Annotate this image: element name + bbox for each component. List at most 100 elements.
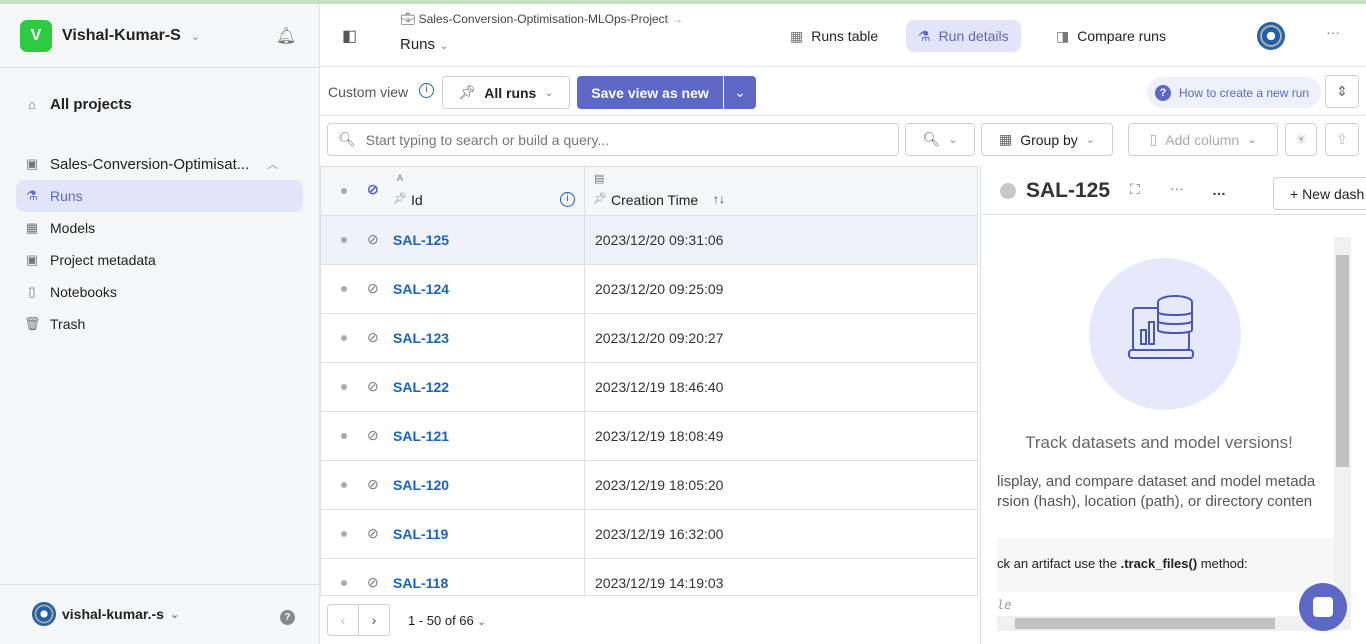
sidebar-item-project-metadata[interactable]: ▣ Project metadata: [16, 244, 303, 276]
group-by-button[interactable]: ▦ Group by ⌄: [981, 123, 1113, 156]
user-avatar[interactable]: [1257, 22, 1285, 50]
account-menu[interactable]: vishal-kumar.-s ⌄: [32, 602, 179, 626]
info-icon[interactable]: i: [560, 192, 575, 207]
chevron-up-icon: ︿: [267, 159, 279, 171]
pagination: ‹ › 1 - 50 of 66 ⌄: [320, 596, 980, 644]
search-placeholder: Start typing to search or build a query.…: [365, 131, 610, 148]
share-icon: ⇪: [1336, 131, 1348, 147]
visibility-icon[interactable]: ⊘: [367, 427, 379, 444]
table-row[interactable]: ⊘ SAL-125 2023/12/20 09:31:06: [321, 216, 977, 265]
tab-label: Runs table: [811, 28, 879, 44]
search-input[interactable]: 🔍︎ Start typing to search or build a quer…: [327, 123, 899, 156]
more-icon[interactable]: ···: [1326, 24, 1340, 40]
divider: [0, 67, 319, 68]
run-id-link[interactable]: SAL-119: [393, 526, 448, 542]
table-row[interactable]: ⊘ SAL-123 2023/12/20 09:20:27: [321, 314, 977, 363]
column-header-creation-time[interactable]: Creation Time: [611, 192, 698, 208]
creation-time: 2023/12/20 09:25:09: [595, 281, 724, 297]
run-id-link[interactable]: SAL-122: [393, 379, 449, 395]
search-options-icon: 🔍︎: [922, 131, 941, 147]
export-button[interactable]: ⇪: [1325, 123, 1359, 156]
save-view-button[interactable]: Save view as new: [577, 76, 723, 109]
page-range: 1 - 50 of 66: [408, 613, 474, 628]
flask-icon: ⚗: [918, 27, 931, 44]
new-dashboard-button[interactable]: + New dash: [1273, 177, 1366, 210]
run-id-link[interactable]: SAL-123: [393, 330, 449, 346]
page-range-select[interactable]: 1 - 50 of 66 ⌄: [408, 613, 486, 628]
next-page-button[interactable]: ›: [358, 604, 390, 636]
more-icon[interactable]: ···: [1170, 180, 1184, 196]
table-row[interactable]: ⊘ SAL-124 2023/12/20 09:25:09: [321, 265, 977, 314]
run-id-link[interactable]: SAL-121: [393, 428, 449, 444]
workspace-switcher[interactable]: V Vishal-Kumar-S ⌄: [20, 20, 200, 52]
status-dot: [341, 335, 347, 341]
hint-text: method:: [1197, 556, 1248, 571]
add-column-button[interactable]: ▯ Add column ⌄: [1128, 123, 1278, 156]
info-icon[interactable]: i: [419, 83, 434, 98]
add-column-icon: ▯: [1149, 131, 1158, 147]
sidebar-item-all-projects[interactable]: ⌂ All projects: [16, 88, 303, 120]
table-row[interactable]: ⊘ SAL-118 2023/12/19 14:19:03: [321, 559, 977, 595]
breadcrumb[interactable]: 💼︎ Sales-Conversion-Optimisation-MLOps-P…: [400, 12, 683, 26]
sort-icon[interactable]: ↑↓: [713, 192, 725, 206]
chevron-down-icon: ⌄: [1247, 134, 1257, 146]
chevron-down-icon: ⌄: [734, 84, 746, 100]
account-name: vishal-kumar.-s: [62, 606, 164, 622]
table-row[interactable]: ⊘ SAL-120 2023/12/19 18:05:20: [321, 461, 977, 510]
bell-icon[interactable]: 🔔︎: [276, 26, 296, 46]
description-line: rsion (hash), location (path), or direct…: [997, 493, 1313, 510]
vertical-scrollbar[interactable]: [1334, 237, 1351, 630]
label: All projects: [50, 95, 132, 113]
column-header-id[interactable]: Id: [411, 192, 423, 208]
table-row[interactable]: ⊘ SAL-122 2023/12/19 18:46:40: [321, 363, 977, 412]
table-header: ⊘ A 📌︎ Id i ▤ 📌︎ Creation Time ↑↓: [321, 167, 977, 216]
runs-table: ⊘ A 📌︎ Id i ▤ 📌︎ Creation Time ↑↓ ⊘ SAL-1…: [320, 166, 978, 596]
view-toolbar: Custom view i 📌︎ All runs ⌄ Save view as n…: [320, 67, 1366, 116]
expand-icon[interactable]: ⛶: [1130, 181, 1140, 198]
chat-launcher-button[interactable]: [1299, 583, 1347, 631]
more-options-icon[interactable]: …: [1212, 182, 1226, 198]
status-dot: [341, 188, 347, 194]
horizontal-scrollbar[interactable]: [997, 616, 1335, 631]
sidebar-item-models[interactable]: ▦ Models: [16, 212, 303, 244]
table-row[interactable]: ⊘ SAL-119 2023/12/19 16:32:00: [321, 510, 977, 559]
pin-icon: 📌︎: [458, 84, 477, 100]
visibility-icon[interactable]: ⊘: [367, 525, 379, 542]
run-id-link[interactable]: SAL-124: [393, 281, 449, 297]
visibility-icon[interactable]: ⊘: [367, 181, 379, 198]
query-mode-button[interactable]: 🔍︎ ⌄: [905, 123, 975, 156]
dataset-illustration: [1089, 258, 1241, 410]
view-select[interactable]: 📌︎ All runs ⌄: [442, 76, 570, 109]
how-to-create-run-link[interactable]: ? How to create a new run: [1147, 77, 1322, 108]
visibility-icon[interactable]: ⊘: [367, 574, 379, 591]
sidebar-project[interactable]: ▣ Sales-Conversion-Optimisat... ︿: [16, 148, 303, 180]
save-options-button[interactable]: ⌄: [724, 76, 756, 109]
section-dropdown[interactable]: Runs ⌄: [400, 36, 448, 53]
tab-runs-table[interactable]: ▦ Runs table: [778, 20, 890, 52]
tab-compare-runs[interactable]: ◨ Compare runs: [1044, 20, 1178, 52]
sidebar-item-notebooks[interactable]: ▯ Notebooks: [16, 276, 303, 308]
help-icon[interactable]: ?: [280, 610, 295, 625]
pin-icon[interactable]: 📌︎: [593, 192, 607, 205]
toggle-sidebar-icon[interactable]: ◧: [342, 26, 357, 46]
visibility-icon[interactable]: ⊘: [367, 329, 379, 346]
sidebar-item-trash[interactable]: 🗑︎ Trash: [16, 308, 303, 340]
sidebar-item-runs[interactable]: ⚗ Runs: [16, 180, 303, 212]
prev-page-button[interactable]: ‹: [327, 604, 359, 636]
run-id-link[interactable]: SAL-125: [393, 232, 449, 248]
chevron-down-icon: ⌄: [544, 87, 554, 99]
visibility-icon[interactable]: ⊘: [367, 476, 379, 493]
visibility-icon[interactable]: ⊘: [367, 280, 379, 297]
table-row[interactable]: ⊘ SAL-121 2023/12/19 18:08:49: [321, 412, 977, 461]
visibility-icon[interactable]: ⊘: [367, 378, 379, 395]
column-divider: [584, 167, 585, 595]
label: Runs: [50, 188, 83, 204]
run-id-link[interactable]: SAL-118: [393, 575, 448, 591]
pin-icon[interactable]: 📌︎: [393, 192, 407, 205]
visibility-icon[interactable]: ⊘: [367, 231, 379, 248]
suggestions-button[interactable]: ☀: [1285, 123, 1317, 156]
collapse-button[interactable]: ⇕: [1325, 75, 1359, 108]
database-laptop-icon: [1128, 295, 1194, 359]
tab-run-details[interactable]: ⚗ Run details: [906, 20, 1021, 52]
run-id-link[interactable]: SAL-120: [393, 477, 449, 493]
